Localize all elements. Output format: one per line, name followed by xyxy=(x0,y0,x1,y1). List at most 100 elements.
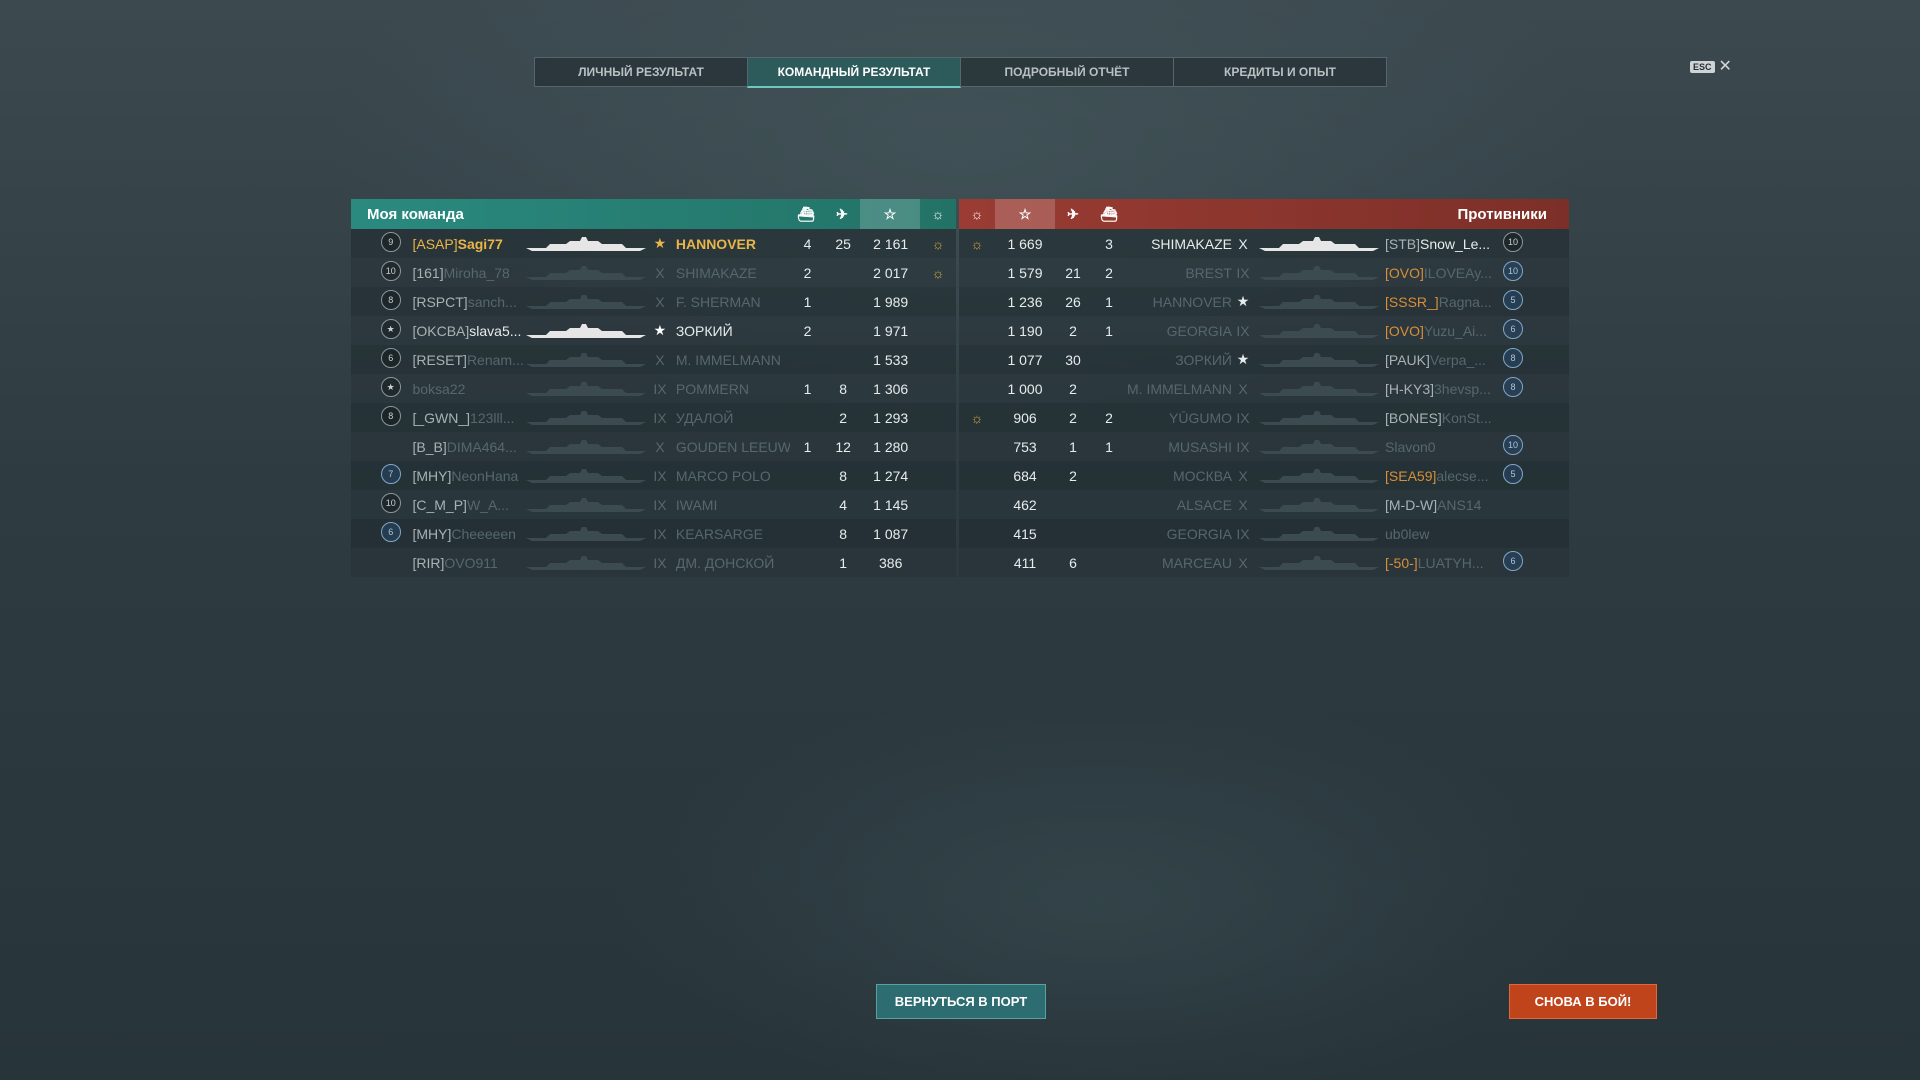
player-nickname: LUATYH... xyxy=(1417,554,1484,571)
table-row[interactable]: 7 [MHY]NeonHana IX MARCO POLO 8 1 274 xyxy=(351,461,956,490)
table-row[interactable]: 1 077 30 ЗОРКИЙ ★ [PAUK]Verpa_... 8 xyxy=(959,345,1569,374)
tab-team-result[interactable]: КОМАНДНЫЙ РЕЗУЛЬТАТ xyxy=(747,57,961,88)
table-row[interactable]: 415 GEORGIA IX ub0lew xyxy=(959,519,1569,548)
ship-tier: IX xyxy=(1236,409,1250,426)
table-row[interactable]: 1 236 26 1 HANNOVER ★ [SSSR_]Ragna... 5 xyxy=(959,287,1569,316)
player-nickname: OVO911 xyxy=(444,554,498,571)
table-row[interactable]: 1 190 2 1 GEORGIA IX [OVO]Yuzu_Ai... 6 xyxy=(959,316,1569,345)
player-nickname: 3hevsp... xyxy=(1434,380,1491,397)
base-xp: 1 145 xyxy=(873,496,909,513)
ship-kills: 2 xyxy=(1105,264,1113,281)
level-cell: 8 xyxy=(380,290,405,313)
ship-tier: X xyxy=(655,264,665,281)
planes-shot-icon: ✈ xyxy=(836,205,848,222)
level-cell: 10 xyxy=(1503,435,1525,458)
experience-icon: ☆ xyxy=(860,199,920,229)
table-row[interactable]: ★ boksa22 IX POMMERN 1 8 1 306 xyxy=(351,374,956,403)
ship-silhouette xyxy=(1254,526,1379,542)
base-xp: 1 236 xyxy=(1007,293,1043,310)
table-row[interactable]: 6 [RESET]Renam... X M. IMMELMANN 1 533 xyxy=(351,345,956,374)
table-row[interactable]: 462 ALSACE X [M-D-W]ANS14 xyxy=(959,490,1569,519)
service-level-icon: 8 xyxy=(380,290,401,310)
clan-tag: [SEA59] xyxy=(1385,467,1437,484)
planes-shot: 8 xyxy=(839,467,848,484)
service-level-icon: 7 xyxy=(380,464,401,484)
ship-name: HANNOVER xyxy=(675,235,756,252)
ship-name: M. IMMELMANN xyxy=(675,351,781,368)
clan-tag: [H-KY3] xyxy=(1385,380,1435,397)
enemy-team-header: ☼ ☆ ✈ ⛴ Противники xyxy=(959,199,1569,229)
ship-kills-icon: ⛴ xyxy=(1100,205,1118,222)
service-level-icon: 5 xyxy=(1503,464,1523,484)
table-row[interactable]: 8 [RSPCT]sanch... X F. SHERMAN 1 1 989 xyxy=(351,287,956,316)
player-name: [PAUK]Verpa_... xyxy=(1385,352,1503,368)
player-nickname: Miroha_78 xyxy=(443,264,510,281)
player-name: [161]Miroha_78 xyxy=(412,265,526,281)
table-row[interactable]: [B_B]DIMA464... X GOUDEN LEEUW 1 12 1 280 xyxy=(351,432,956,461)
clan-tag: [RESET] xyxy=(412,351,467,368)
tab-personal-result[interactable]: ЛИЧНЫЙ РЕЗУЛЬТАТ xyxy=(534,57,748,87)
planes-shot: 8 xyxy=(839,380,848,397)
table-row[interactable]: ☼ 906 2 2 YŪGUMO IX [BONES]KonSt... xyxy=(959,403,1569,432)
ship-tier: IX xyxy=(653,554,667,571)
ship-name: MARCO POLO xyxy=(675,467,771,484)
table-row[interactable]: 6 [MHY]Cheeeeen IX KEARSARGE 8 1 087 xyxy=(351,519,956,548)
table-row[interactable]: [RIR]OVO911 IX ДМ. ДОНСКОЙ 1 386 xyxy=(351,548,956,577)
ship-tier: IX xyxy=(1236,525,1250,542)
ship-tier: ★ xyxy=(1236,351,1250,367)
ship-kills: 2 xyxy=(803,264,812,281)
table-row[interactable]: ☼ 1 669 3 SHIMAKAZE X [STB]Snow_Le... 10 xyxy=(959,229,1569,258)
close-button[interactable]: ESC ✕ xyxy=(1690,59,1732,75)
ship-tier: X xyxy=(655,351,665,368)
ship-tier: IX xyxy=(1236,322,1250,339)
planes-shot-icon: ✈ xyxy=(1067,205,1079,222)
ship-silhouette xyxy=(1254,294,1379,310)
ship-silhouette xyxy=(526,468,650,484)
ship-kills: 1 xyxy=(1105,293,1113,310)
player-name: [OVO]Yuzu_Ai... xyxy=(1385,323,1503,339)
ship-name: YŪGUMO xyxy=(1169,409,1232,426)
ship-tier: IX xyxy=(653,409,667,426)
table-row[interactable]: 411 6 MARCEAU X [-50-]LUATYH... 6 xyxy=(959,548,1569,577)
table-row[interactable]: 10 [C_M_P]W_A... IX IWAMI 4 1 145 xyxy=(351,490,956,519)
clan-tag: [PAUK] xyxy=(1385,351,1430,368)
player-name: [SSSR_]Ragna... xyxy=(1385,294,1503,310)
table-row[interactable]: 10 [161]Miroha_78 X SHIMAKAZE 2 2 017 ☼ xyxy=(351,258,956,287)
return-to-port-button[interactable]: ВЕРНУТЬСЯ В ПОРТ xyxy=(876,984,1046,1019)
ship-silhouette xyxy=(1254,439,1379,455)
ship-kills: 1 xyxy=(1105,438,1113,455)
battle-again-button[interactable]: СНОВА В БОЙ! xyxy=(1509,984,1657,1019)
base-xp: 1 274 xyxy=(873,467,909,484)
table-row[interactable]: 1 000 2 M. IMMELMANN X [H-KY3]3hevsp... 8 xyxy=(959,374,1569,403)
ship-kills: 3 xyxy=(1105,235,1113,252)
ship-kills: 1 xyxy=(1105,322,1113,339)
table-row[interactable]: 684 2 МОСКВА X [SEA59]alecse... 5 xyxy=(959,461,1569,490)
tab-detailed-report[interactable]: ПОДРОБНЫЙ ОТЧЁТ xyxy=(960,57,1174,87)
ship-name: GEORGIA xyxy=(1166,322,1232,339)
ship-name: MARCEAU xyxy=(1161,554,1232,571)
ship-tier: ★ xyxy=(1236,293,1250,309)
base-xp: 1 087 xyxy=(873,525,909,542)
table-row[interactable]: 9 [ASAP]Sagi77 ★ HANNOVER 4 25 2 161 ☼ xyxy=(351,229,956,258)
service-level-icon: 10 xyxy=(1503,435,1523,455)
ship-tier: IX xyxy=(1236,264,1250,281)
ship-silhouette xyxy=(526,410,650,426)
table-row[interactable]: 1 579 21 2 BREST IX [OVO]ILOVEAy... 10 xyxy=(959,258,1569,287)
enemy-team-title: Противники xyxy=(1457,205,1547,223)
ship-kills: 4 xyxy=(803,235,812,252)
base-xp: 1 989 xyxy=(873,293,909,310)
level-cell: 10 xyxy=(380,261,405,284)
clan-tag: [MHY] xyxy=(412,467,452,484)
ship-silhouette xyxy=(1254,555,1379,571)
service-level-icon: 10 xyxy=(1503,232,1523,252)
clan-tag: [_GWN_] xyxy=(412,409,471,426)
table-row[interactable]: 753 1 1 MUSASHI IX Slavon0 10 xyxy=(959,432,1569,461)
table-row[interactable]: 8 [_GWN_]123lll... IX УДАЛОЙ 2 1 293 xyxy=(351,403,956,432)
ship-name: KEARSARGE xyxy=(675,525,763,542)
table-row[interactable]: ★ [OKCBA]slava5... ★ ЗОРКИЙ 2 1 971 xyxy=(351,316,956,345)
achievement-icon: ☼ xyxy=(931,235,945,252)
clan-tag: [ASAP] xyxy=(412,235,458,252)
base-xp: 753 xyxy=(1013,438,1037,455)
tab-credits-xp[interactable]: КРЕДИТЫ И ОПЫТ xyxy=(1173,57,1387,87)
ship-tier: IX xyxy=(1236,438,1250,455)
